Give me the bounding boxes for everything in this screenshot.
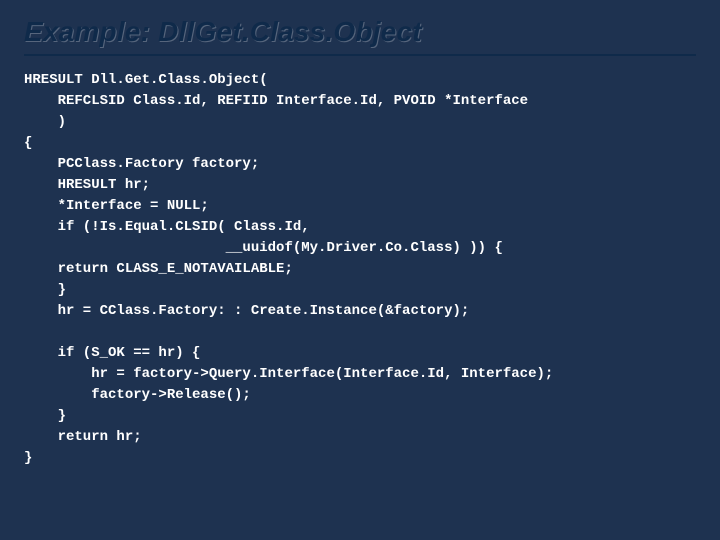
slide: Example: DllGet.Class.Object HRESULT Dll… <box>0 0 720 540</box>
code-block: HRESULT Dll.Get.Class.Object( REFCLSID C… <box>24 70 696 469</box>
slide-title: Example: DllGet.Class.Object <box>24 16 696 56</box>
